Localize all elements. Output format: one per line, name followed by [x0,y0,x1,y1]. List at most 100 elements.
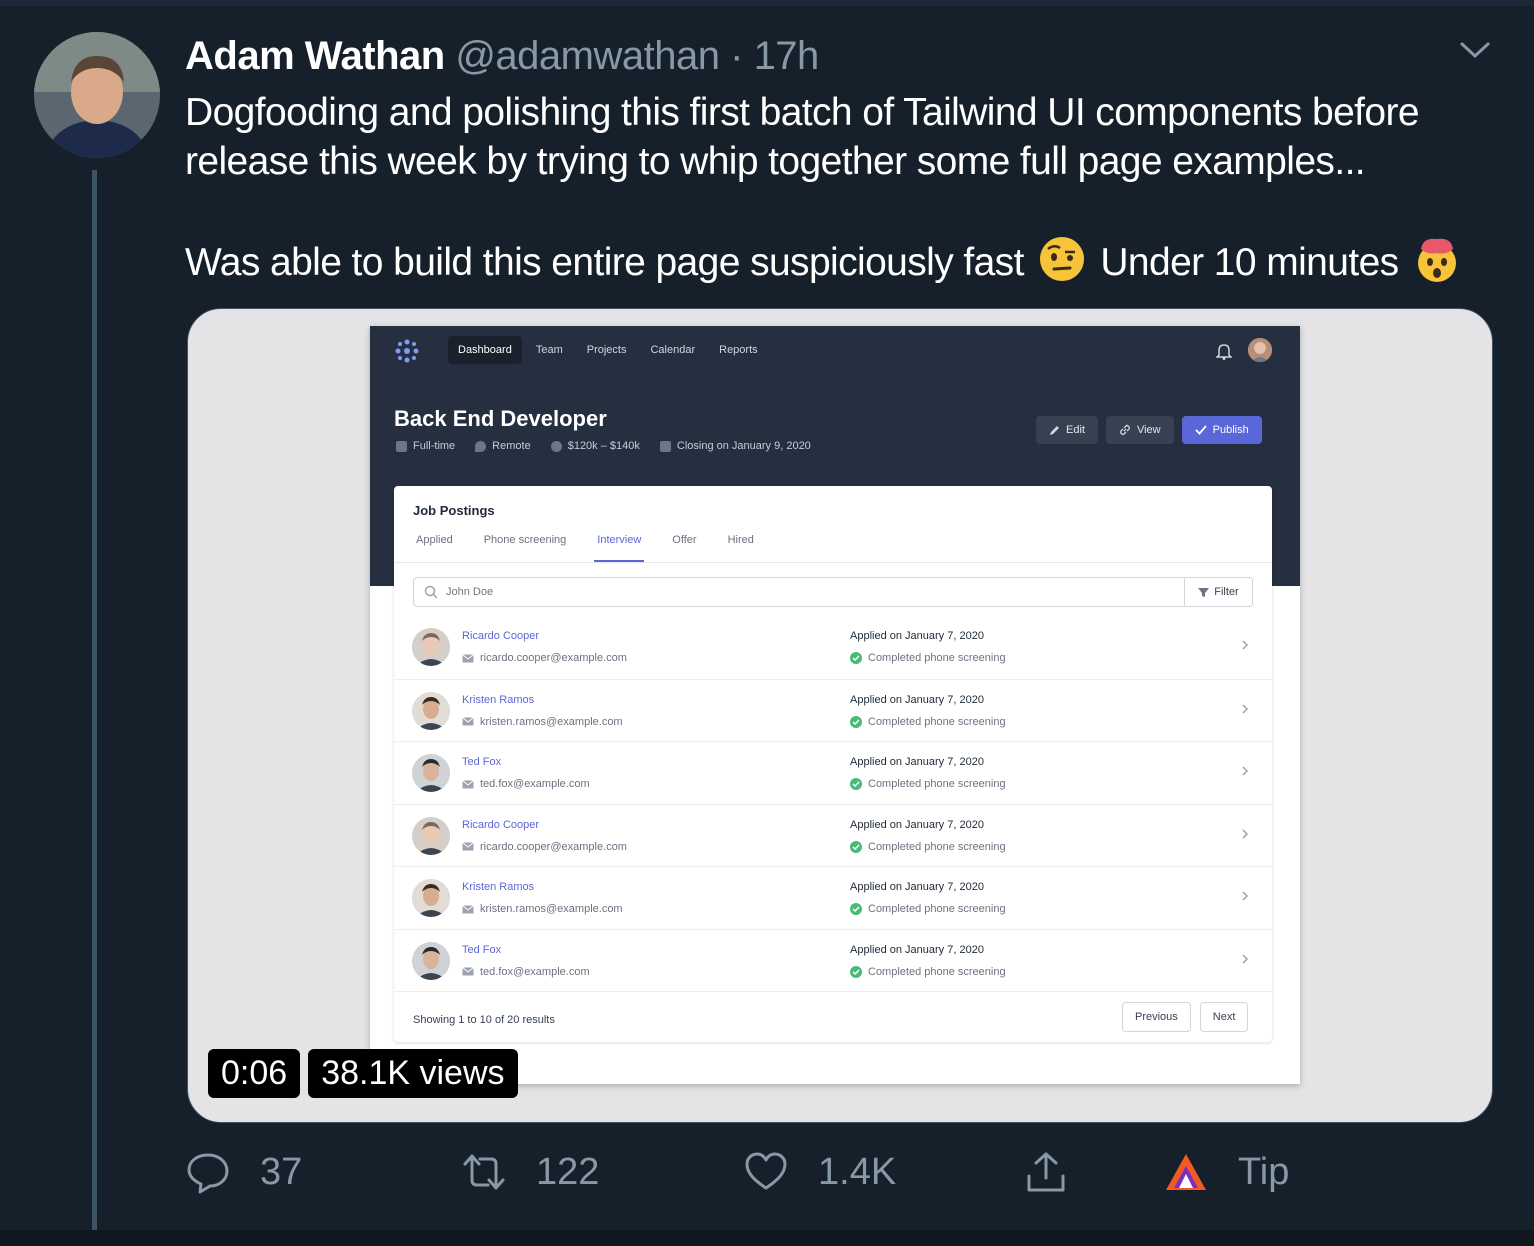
next-button[interactable]: Next [1199,1002,1249,1032]
pager: Previous Next [1122,1002,1249,1032]
applied-date: Applied on January 7, 2020 [850,943,984,956]
applicant-list: Ricardo Cooper ricardo.cooper@example.com… [394,616,1272,991]
check-icon [1194,425,1207,435]
mail-icon [462,967,474,976]
check-circle-icon [850,715,862,728]
nav-calendar[interactable]: Calendar [640,336,705,364]
card-title: Job Postings [413,503,495,518]
nav-reports[interactable]: Reports [709,336,768,364]
applicant-email-text: kristen.ramos@example.com [480,715,623,728]
applicant-name[interactable]: Ted Fox [462,944,501,956]
reply-action[interactable]: 37 [186,1150,302,1194]
timestamp[interactable]: 17h [754,34,820,78]
applied-date: Applied on January 7, 2020 [850,881,984,893]
author-avatar[interactable] [34,32,160,158]
tab-applied[interactable]: Applied [413,534,456,562]
chevron-right-icon[interactable] [1240,827,1250,841]
filter-button[interactable]: Filter [1184,578,1252,606]
applicant-email: kristen.ramos@example.com [462,716,623,728]
tweet-header: Adam Wathan @adamwathan · 17h [185,34,819,79]
chevron-right-icon[interactable] [1240,889,1250,903]
job-postings-card: Job Postings Applied Phone screening Int… [394,486,1272,1042]
location-icon [475,440,487,452]
meta-salary: $120k – $140k [550,440,640,452]
tip-action[interactable]: Tip [1164,1150,1289,1194]
chevron-right-icon[interactable] [1240,764,1250,778]
video-media[interactable]: Dashboard Team Projects Calendar Reports… [187,308,1493,1123]
briefcase-icon [396,440,407,452]
applicant-row[interactable]: Ted Fox ted.fox@example.com Applied on Jan… [394,928,1272,992]
like-action[interactable]: 1.4K [744,1150,896,1194]
author-name[interactable]: Adam Wathan [185,34,445,78]
applicant-avatar [412,628,450,666]
meta-closing-text: Closing on January 9, 2020 [676,440,811,452]
applicant-avatar [412,754,450,792]
user-avatar[interactable] [1248,338,1272,362]
share-icon [1027,1152,1065,1192]
exploding-head-emoji-icon [1417,238,1456,282]
applicant-row[interactable]: Ted Fox ted.fox@example.com Applied on Jan… [394,741,1272,804]
tab-phone-screening[interactable]: Phone screening [481,534,570,562]
job-title: Back End Developer [394,406,607,431]
link-icon [1119,424,1130,436]
search-bar: Filter [413,577,1253,607]
applicant-avatar [412,816,450,855]
bell-icon[interactable] [1216,342,1232,360]
chevron-right-icon[interactable] [1240,638,1250,652]
applicant-name[interactable]: Ricardo Cooper [462,630,539,642]
applicant-row[interactable]: Kristen Ramos kristen.ramos@example.com Ap… [394,866,1272,929]
pencil-icon [1050,425,1059,435]
applicant-email: ted.fox@example.com [462,966,590,978]
check-circle-icon [850,652,862,664]
nav-team[interactable]: Team [526,336,573,364]
meta-type-text: Full-time [413,440,456,452]
tweet-line-1: Dogfooding and polishing this first batc… [185,91,1420,134]
applicant-email: ricardo.cooper@example.com [462,841,627,853]
publish-button[interactable]: Publish [1181,416,1262,444]
applicant-status-text: Completed phone screening [868,840,1006,853]
chevron-down-icon[interactable] [1458,38,1492,62]
tab-offer[interactable]: Offer [669,534,699,562]
mail-icon [462,653,474,662]
applicant-status-text: Completed phone screening [868,652,1006,664]
mail-icon [462,779,474,788]
tab-hired[interactable]: Hired [725,534,757,562]
applicant-row[interactable]: Kristen Ramos kristen.ramos@example.com Ap… [394,678,1272,742]
top-strip [0,0,1534,6]
nav-projects[interactable]: Projects [577,336,637,364]
meta-closing: Closing on January 9, 2020 [659,440,811,452]
view-button[interactable]: View [1105,416,1174,444]
author-handle[interactable]: @adamwathan [455,34,720,78]
search-icon [424,585,438,599]
tweet-line-2: release this week by trying to whip toge… [185,140,1366,183]
applicant-name[interactable]: Kristen Ramos [462,881,534,893]
previous-button[interactable]: Previous [1122,1002,1191,1032]
applicant-name[interactable]: Kristen Ramos [462,694,534,706]
retweet-icon [463,1154,505,1190]
chevron-right-icon[interactable] [1240,952,1250,966]
job-actions: Edit View Publish [1036,416,1262,444]
postings-tabs: Applied Phone screening Interview Offer … [413,534,782,562]
video-duration: 0:06 [208,1049,301,1098]
edit-button[interactable]: Edit [1036,416,1098,444]
applicant-email-text: ted.fox@example.com [480,965,590,978]
chevron-right-icon[interactable] [1240,702,1250,716]
applicant-row[interactable]: Ricardo Cooper ricardo.cooper@example.com… [394,803,1272,867]
retweet-action[interactable]: 122 [462,1150,599,1194]
mail-icon [462,717,474,726]
applicant-email-text: ricardo.cooper@example.com [480,840,627,853]
share-action[interactable] [1024,1150,1068,1194]
applicant-avatar [412,941,450,980]
tweet-text: Dogfooding and polishing this first batc… [185,88,1495,287]
applicant-status: Completed phone screening [850,778,1006,790]
applicant-name[interactable]: Ted Fox [462,756,501,768]
nav-dashboard[interactable]: Dashboard [448,336,522,364]
video-views: 38.1K views [308,1049,518,1098]
applicant-status-text: Completed phone screening [868,715,1006,728]
tip-label: Tip [1238,1150,1290,1193]
applicant-row[interactable]: Ricardo Cooper ricardo.cooper@example.com… [394,616,1272,679]
applicant-name[interactable]: Ricardo Cooper [462,819,539,831]
search-input[interactable] [446,586,1184,598]
tab-interview[interactable]: Interview [594,534,645,562]
tweet-paragraph-1: Dogfooding and polishing this first batc… [185,88,1495,186]
